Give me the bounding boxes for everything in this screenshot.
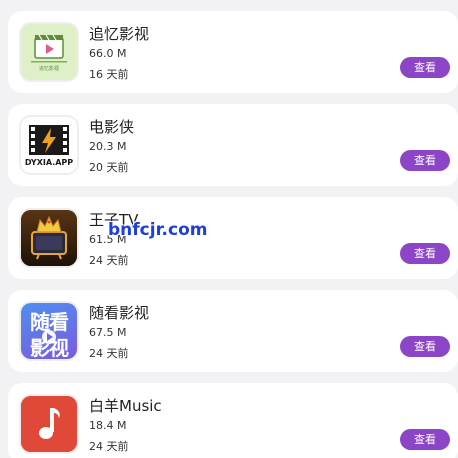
- app-card[interactable]: 王子TV 61.5 M 24 天前 查看: [8, 197, 458, 279]
- app-name: 追忆影视: [89, 25, 150, 43]
- app-size: 67.5 M: [89, 326, 127, 339]
- music-note-icon: [21, 396, 77, 452]
- app-size: 20.3 M: [89, 140, 127, 153]
- app-icon[interactable]: [19, 208, 79, 268]
- app-name: 白羊Music: [89, 397, 162, 415]
- lightning-film-icon: DYXIA.APP: [21, 117, 77, 173]
- app-name: 电影侠: [89, 118, 135, 136]
- app-card[interactable]: DYXIA.APP 电影侠 20.3 M 20 天前 查看: [8, 104, 458, 186]
- view-button[interactable]: 查看: [400, 150, 450, 171]
- app-date: 24 天前: [89, 254, 129, 267]
- view-button[interactable]: 查看: [400, 429, 450, 450]
- app-date: 20 天前: [89, 161, 129, 174]
- view-button[interactable]: 查看: [400, 336, 450, 357]
- play-text-icon: 随看 影视: [21, 303, 77, 359]
- app-card[interactable]: 随看 影视 随看影视 67.5 M 24 天前 查看: [8, 290, 458, 372]
- view-button[interactable]: 查看: [400, 57, 450, 78]
- app-icon[interactable]: DYXIA.APP: [19, 115, 79, 175]
- app-date: 24 天前: [89, 347, 129, 360]
- view-button[interactable]: 查看: [400, 243, 450, 264]
- film-clapper-icon: 追忆影视: [21, 24, 77, 80]
- crown-tv-icon: [21, 210, 77, 266]
- icon-caption: 追忆影视: [38, 66, 59, 72]
- app-icon[interactable]: 随看 影视: [19, 301, 79, 361]
- watermark: bnfcjr.com: [108, 220, 208, 240]
- app-card[interactable]: 追忆影视 追忆影视 66.0 M 16 天前 查看: [8, 11, 458, 93]
- app-icon[interactable]: [19, 394, 79, 454]
- app-card[interactable]: 白羊Music 18.4 M 24 天前 查看: [8, 383, 458, 458]
- app-size: 18.4 M: [89, 419, 127, 432]
- app-date: 24 天前: [89, 440, 129, 453]
- app-icon[interactable]: 追忆影视: [19, 22, 79, 82]
- app-list: 追忆影视 追忆影视 66.0 M 16 天前 查看 DYXIA.APP 电影侠 …: [0, 0, 458, 458]
- icon-caption: DYXIA.APP: [24, 158, 74, 167]
- app-name: 随看影视: [89, 304, 150, 322]
- app-size: 66.0 M: [89, 47, 127, 60]
- app-date: 16 天前: [89, 68, 129, 81]
